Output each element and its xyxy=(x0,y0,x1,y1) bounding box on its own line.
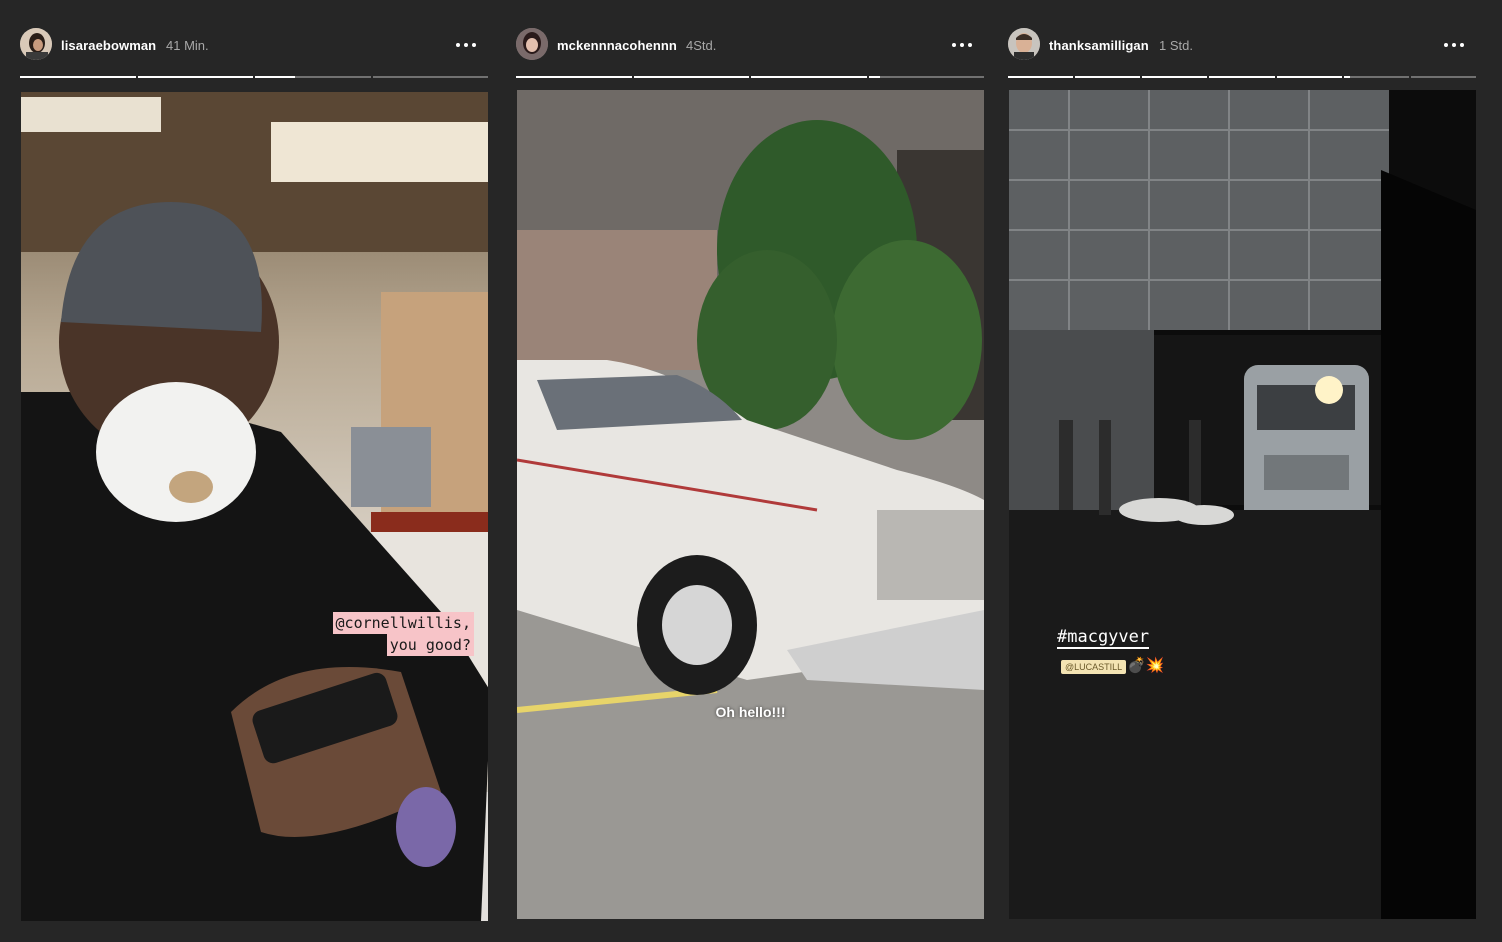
timestamp: 41 Min. xyxy=(166,38,209,53)
more-options-icon[interactable] xyxy=(456,36,478,52)
hashtag-sticker[interactable]: #macgyver xyxy=(1057,627,1150,649)
progress-segment xyxy=(1343,76,1409,78)
progress-segment xyxy=(868,76,984,78)
story-card-thanksamilligan[interactable]: thanksamilligan 1 Std. #macgyver @LUCAST… xyxy=(1008,0,1476,942)
story-header: thanksamilligan 1 Std. xyxy=(1008,28,1476,62)
progress-segment xyxy=(516,76,632,78)
progress-segment xyxy=(255,76,371,78)
story-header: lisaraebowman 41 Min. xyxy=(20,28,488,62)
story-media[interactable]: Oh hello!!! xyxy=(517,90,984,919)
more-options-icon[interactable] xyxy=(952,36,974,52)
story-header: mckennnacohennn 4Std. xyxy=(516,28,984,62)
mention-sticker[interactable]: @cornellwillis, you good? xyxy=(332,612,474,656)
progress-segment xyxy=(1209,76,1275,78)
story-progress xyxy=(1008,76,1476,78)
emoji-sticker: 💣💥 xyxy=(1127,656,1165,674)
username[interactable]: thanksamilligan xyxy=(1049,38,1149,53)
timestamp: 4Std. xyxy=(686,38,717,53)
avatar[interactable] xyxy=(20,28,52,60)
progress-segment xyxy=(137,76,253,78)
more-options-icon[interactable] xyxy=(1444,36,1466,52)
mention-line: you good? xyxy=(386,634,474,656)
story-progress xyxy=(516,76,984,78)
progress-segment xyxy=(1075,76,1141,78)
story-card-mckennnacohennn[interactable]: mckennnacohennn 4Std. Oh hello!!! xyxy=(516,0,984,942)
progress-segment xyxy=(633,76,749,78)
progress-segment xyxy=(1142,76,1208,78)
progress-segment xyxy=(1008,76,1074,78)
story-caption: Oh hello!!! xyxy=(715,704,786,720)
story-progress xyxy=(20,76,488,78)
avatar[interactable] xyxy=(1008,28,1040,60)
story-card-lisaraebowman[interactable]: lisaraebowman 41 Min. @cornellwillis, yo… xyxy=(20,0,488,942)
story-media[interactable]: @cornellwillis, you good? xyxy=(21,92,488,921)
progress-segment xyxy=(1276,76,1342,78)
progress-segment xyxy=(1410,76,1476,78)
progress-segment xyxy=(751,76,867,78)
progress-segment xyxy=(20,76,136,78)
mention-line: @cornellwillis, xyxy=(332,612,474,634)
story-media[interactable]: #macgyver @LUCASTILL 💣💥 xyxy=(1009,90,1476,919)
timestamp: 1 Std. xyxy=(1159,38,1193,53)
mention-sticker[interactable]: @LUCASTILL xyxy=(1061,660,1127,674)
progress-segment xyxy=(372,76,488,78)
username[interactable]: mckennnacohennn xyxy=(557,38,677,53)
username[interactable]: lisaraebowman xyxy=(61,38,156,53)
avatar[interactable] xyxy=(516,28,548,60)
